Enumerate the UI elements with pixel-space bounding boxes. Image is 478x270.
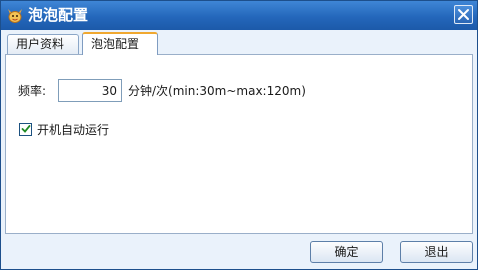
tab-strip: 用户资料 泡泡配置 [7,32,477,55]
check-icon [21,125,31,133]
settings-panel: 频率: 分钟/次(min:30m~max:120m) 开机自动运行 [5,54,473,234]
window-title: 泡泡配置 [28,6,89,24]
dialog-window: 泡泡配置 用户资料 泡泡配置 频率: 分钟/次(min:30m~max:120m… [0,0,478,270]
exit-button[interactable]: 退出 [400,241,473,263]
frequency-label: 频率: [18,84,47,98]
app-icon [8,9,22,23]
close-icon [458,9,469,20]
autostart-label[interactable]: 开机自动运行 [37,121,109,139]
frequency-unit-hint: 分钟/次(min:30m~max:120m) [128,84,306,98]
autostart-checkbox[interactable] [19,123,32,136]
tab-user-profile[interactable]: 用户资料 [7,34,79,54]
close-button[interactable] [454,5,473,24]
ok-button[interactable]: 确定 [310,241,383,263]
tab-bubble-settings[interactable]: 泡泡配置 [82,32,158,55]
title-bar: 泡泡配置 [1,1,477,30]
frequency-input[interactable] [58,79,122,102]
